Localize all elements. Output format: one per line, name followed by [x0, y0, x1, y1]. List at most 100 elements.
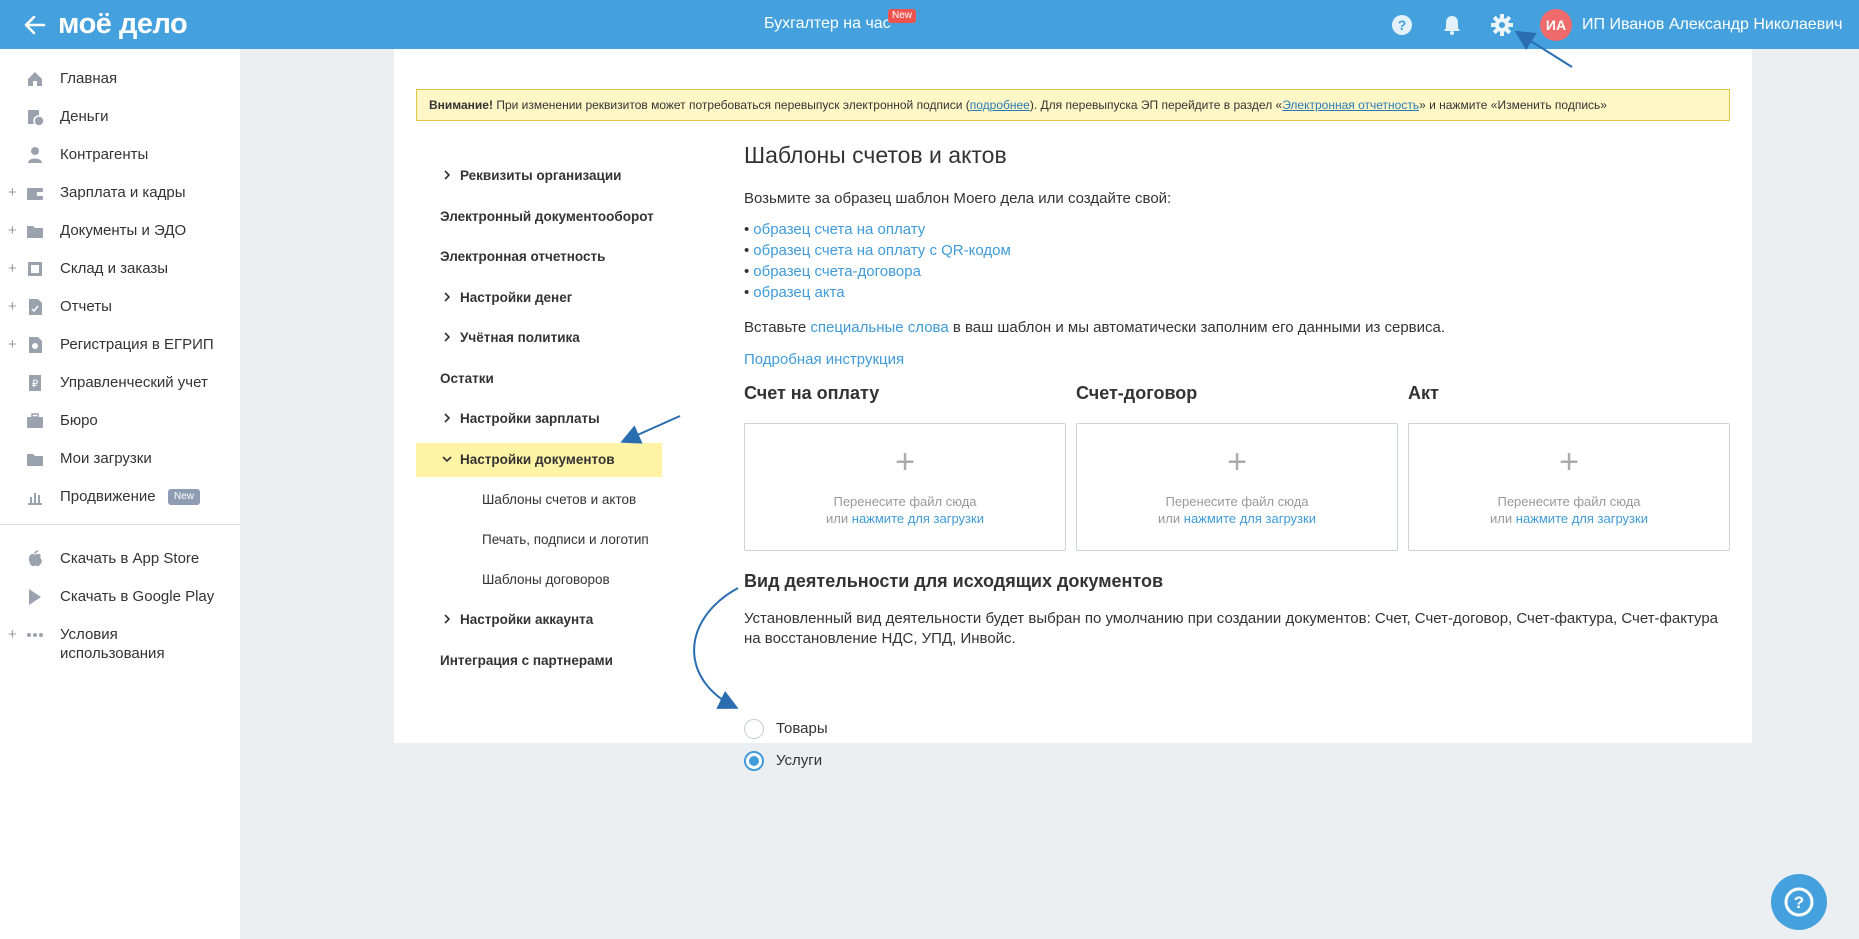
apple-icon: [29, 550, 42, 567]
sample-link-item[interactable]: • образец счета на оплату с QR-кодом: [744, 241, 1011, 261]
settings-nav-subitem[interactable]: Шаблоны договоров: [416, 563, 662, 597]
plus-icon: +: [1227, 443, 1247, 481]
google-play-icon: [29, 589, 41, 605]
expand-plus-icon[interactable]: +: [8, 337, 17, 353]
expand-plus-icon[interactable]: +: [8, 185, 17, 201]
warehouse-icon: [28, 262, 42, 276]
accountant-per-hour-link[interactable]: Бухгалтер на час: [764, 14, 891, 34]
chevron-right-icon: [444, 332, 451, 342]
user-name[interactable]: ИП Иванов Александр Николаевич: [1582, 15, 1842, 35]
radio-circle[interactable]: [744, 719, 764, 739]
sidebar-item[interactable]: Деньги: [0, 99, 240, 135]
expand-plus-icon[interactable]: +: [8, 627, 17, 643]
settings-nav-label: Электронный документооборот: [440, 208, 654, 224]
sample-invoice-contract-link[interactable]: образец счета-договора: [753, 263, 921, 280]
warning-e-reporting-link[interactable]: Электронная отчетность: [1282, 98, 1419, 112]
chevron-right-icon: [444, 413, 451, 423]
settings-nav-label: Настройки документов: [460, 451, 615, 467]
sample-link-item[interactable]: • образец счета на оплату: [744, 220, 925, 240]
expand-plus-icon[interactable]: +: [8, 299, 17, 315]
settings-nav-item[interactable]: Остатки: [416, 362, 662, 396]
sidebar-item[interactable]: Главная: [0, 61, 240, 97]
invoice-contract-dropzone[interactable]: + Перенесите файл сюда или нажмите для з…: [1076, 423, 1398, 551]
act-dropzone[interactable]: + Перенесите файл сюда или нажмите для з…: [1408, 423, 1730, 551]
settings-nav-item-active[interactable]: Настройки документов: [416, 442, 662, 477]
sidebar-item-label: Управленческий учет: [60, 374, 208, 391]
sample-invoice-qr-link[interactable]: образец счета на оплату с QR-кодом: [753, 242, 1011, 259]
avatar[interactable]: ИА: [1540, 9, 1572, 41]
sidebar-item[interactable]: ₽ Управленческий учет: [0, 365, 240, 401]
sample-invoice-link[interactable]: образец счета на оплату: [753, 221, 925, 238]
radio-goods-label: Товары: [776, 720, 828, 737]
upload-link[interactable]: нажмите для загрузки: [1516, 511, 1648, 526]
expand-plus-icon[interactable]: +: [8, 223, 17, 239]
contractor-icon: [28, 147, 42, 163]
sidebar-item[interactable]: Продвижение New: [0, 479, 240, 515]
logo[interactable]: моё дело: [58, 7, 188, 41]
settings-nav-item[interactable]: Интеграция с партнерами: [416, 644, 662, 678]
gear-icon[interactable]: [1489, 12, 1515, 38]
warning-details-link[interactable]: подробнее: [970, 98, 1030, 112]
dropzone-hint: Перенесите файл сюда: [833, 494, 977, 509]
settings-nav-item[interactable]: Электронная отчетность: [416, 240, 662, 274]
plus-icon: +: [1559, 443, 1579, 481]
settings-nav-sublabel: Шаблоны счетов и актов: [482, 492, 637, 507]
radio-goods[interactable]: Товары: [744, 717, 944, 741]
chevron-right-icon: [444, 614, 451, 624]
report-icon: [29, 299, 42, 315]
sidebar-item[interactable]: Контрагенты: [0, 137, 240, 173]
warning-text-3: » и нажмите «Изменить подпись»: [1419, 98, 1607, 112]
new-badge: New: [888, 9, 917, 23]
sidebar-item[interactable]: + Склад и заказы: [0, 251, 240, 287]
warning-banner: Внимание! При изменении реквизитов может…: [416, 89, 1730, 121]
settings-nav-item[interactable]: Настройки денег: [416, 281, 662, 315]
settings-nav-item[interactable]: Настройки аккаунта: [416, 603, 662, 637]
wallet-icon: [27, 188, 43, 200]
special-words-link[interactable]: специальные слова: [810, 319, 948, 336]
sample-act-link[interactable]: образец акта: [753, 284, 844, 301]
sidebar-bottom-item[interactable]: + Условия использования: [0, 617, 240, 662]
more-dots-icon: [27, 633, 43, 637]
sidebar-bottom-item[interactable]: Скачать в App Store: [0, 541, 240, 577]
upload-link[interactable]: нажмите для загрузки: [1184, 511, 1316, 526]
floating-help-button[interactable]: ?: [1771, 874, 1827, 930]
radio-circle-checked[interactable]: [744, 751, 764, 771]
sidebar-item-label: Мои загрузки: [60, 450, 152, 467]
bell-icon[interactable]: [1439, 12, 1465, 38]
dropzone-upload-line: или нажмите для загрузки: [1077, 511, 1397, 527]
back-arrow-icon[interactable]: [22, 12, 48, 38]
sidebar-item[interactable]: + Зарплата и кадры: [0, 175, 240, 211]
radio-services[interactable]: Услуги: [744, 749, 944, 773]
act-column-title: Акт: [1408, 383, 1439, 403]
upload-link[interactable]: нажмите для загрузки: [852, 511, 984, 526]
instruction-link[interactable]: Подробная инструкция: [744, 350, 904, 370]
help-icon[interactable]: ?: [1389, 12, 1415, 38]
invoice-dropzone[interactable]: + Перенесите файл сюда или нажмите для з…: [744, 423, 1066, 551]
settings-nav-subitem[interactable]: Шаблоны счетов и актов: [416, 483, 662, 517]
sample-link-item[interactable]: • образец счета-договора: [744, 262, 921, 282]
sidebar-item[interactable]: + Отчеты: [0, 289, 240, 325]
expand-plus-icon[interactable]: +: [8, 261, 17, 277]
sidebar-item[interactable]: + Документы и ЭДО: [0, 213, 240, 249]
sidebar-item-label: Регистрация в ЕГРИП: [60, 336, 214, 353]
sidebar-item[interactable]: Мои загрузки: [0, 441, 240, 477]
settings-nav-item[interactable]: Учётная политика: [416, 321, 662, 355]
sidebar-divider: [0, 524, 240, 525]
sidebar-item-label: Отчеты: [60, 298, 112, 315]
warning-text-1: При изменении реквизитов может потребова…: [492, 98, 970, 112]
sidebar-item-label: Скачать в Google Play: [60, 588, 215, 605]
sample-link-item[interactable]: • образец акта: [744, 283, 845, 303]
sidebar-item-label: Документы и ЭДО: [60, 222, 187, 239]
sidebar-item[interactable]: Бюро: [0, 403, 240, 439]
settings-nav-item[interactable]: Реквизиты организации: [416, 159, 662, 193]
settings-nav-item[interactable]: Электронный документооборот: [416, 200, 662, 234]
settings-nav-label: Учётная политика: [460, 330, 580, 345]
settings-nav-label: Настройки денег: [460, 289, 573, 305]
sidebar-item[interactable]: + Регистрация в ЕГРИП: [0, 327, 240, 363]
dropzone-upload-line: или нажмите для загрузки: [1409, 511, 1729, 527]
new-badge: New: [168, 489, 201, 505]
sidebar-bottom-item[interactable]: Скачать в Google Play: [0, 579, 240, 615]
settings-nav-item[interactable]: Настройки зарплаты: [416, 402, 662, 436]
settings-nav-subitem[interactable]: Печать, подписи и логотип: [416, 523, 662, 557]
svg-text:?: ?: [1398, 17, 1407, 33]
